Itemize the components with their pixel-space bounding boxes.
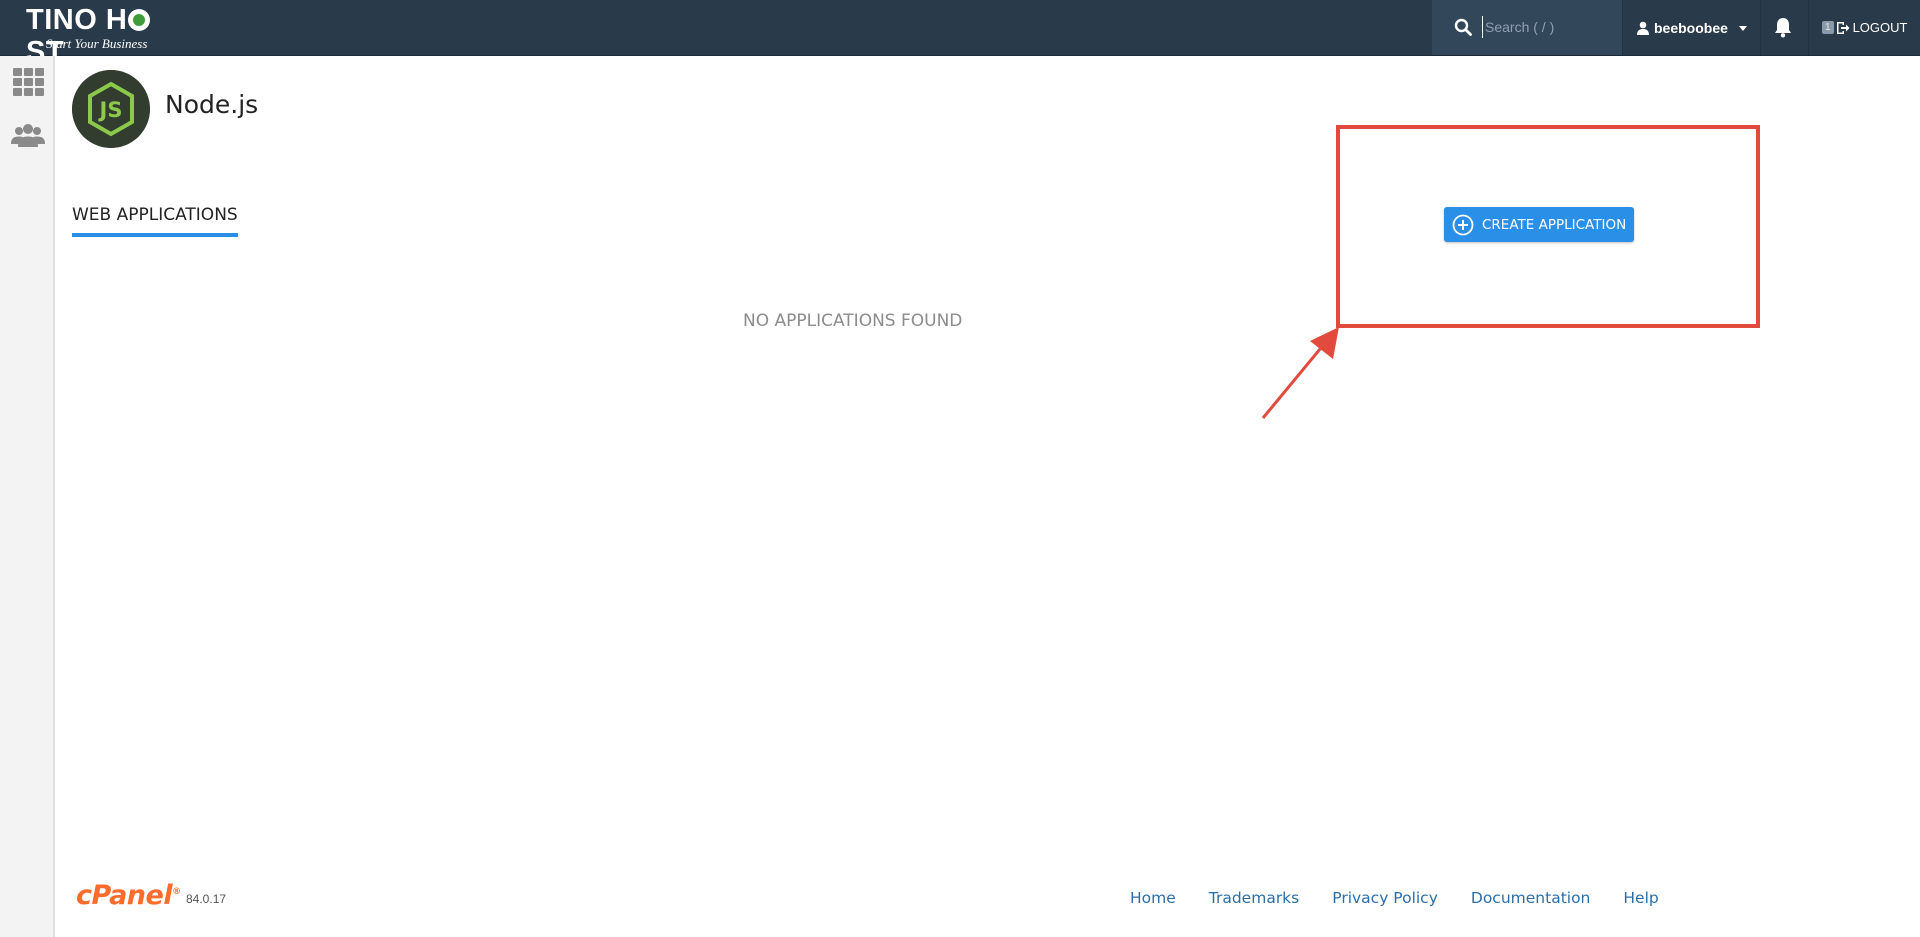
chevron-down-icon xyxy=(1738,25,1747,31)
nodejs-logo: JS xyxy=(72,70,150,148)
annotation-arrow xyxy=(1261,327,1339,419)
users-icon[interactable] xyxy=(10,120,46,152)
user-menu[interactable]: beeboobee xyxy=(1636,0,1756,55)
divider xyxy=(1622,0,1623,55)
divider xyxy=(1808,0,1809,55)
user-icon xyxy=(1637,21,1649,35)
footer-link-privacy-policy[interactable]: Privacy Policy xyxy=(1332,889,1438,907)
grid-icon[interactable] xyxy=(10,66,46,98)
logout-button[interactable]: 1 LOGOUT xyxy=(1822,0,1918,55)
nodejs-logo-label: JS xyxy=(98,98,123,122)
create-application-label: CREATE APPLICATION xyxy=(1482,216,1627,233)
sidebar xyxy=(0,56,55,937)
footer-links: Home Trademarks Privacy Policy Documenta… xyxy=(1130,889,1692,907)
globe-icon xyxy=(128,9,151,31)
tab-web-applications[interactable]: WEB APPLICATIONS xyxy=(72,205,238,237)
create-application-button[interactable]: CREATE APPLICATION xyxy=(1444,207,1634,242)
bell-icon[interactable] xyxy=(1773,16,1793,38)
page-title: Node.js xyxy=(165,90,259,119)
footer-link-help[interactable]: Help xyxy=(1623,889,1658,907)
logout-icon xyxy=(1836,21,1850,34)
user-name: beeboobee xyxy=(1654,19,1728,36)
footer-link-trademarks[interactable]: Trademarks xyxy=(1209,889,1299,907)
search-input[interactable] xyxy=(1482,16,1612,38)
footer-link-documentation[interactable]: Documentation xyxy=(1471,889,1591,907)
cpanel-logo[interactable]: cPanel® xyxy=(76,880,181,911)
brand-tagline: Start Your Business xyxy=(46,36,148,51)
empty-state-message: NO APPLICATIONS FOUND xyxy=(743,311,963,331)
logout-label: LOGOUT xyxy=(1852,20,1908,35)
divider xyxy=(1760,0,1761,55)
footer-link-home[interactable]: Home xyxy=(1130,889,1176,907)
brand-logo[interactable]: TINO HST Start Your Business xyxy=(26,4,186,68)
search-box xyxy=(1432,0,1622,55)
cpanel-version: 84.0.17 xyxy=(186,892,227,906)
search-icon xyxy=(1454,18,1472,36)
plus-circle-icon xyxy=(1452,214,1474,235)
logout-badge: 1 xyxy=(1822,21,1834,34)
top-navbar: TINO HST Start Your Business beeboobee 1 xyxy=(0,0,1920,68)
